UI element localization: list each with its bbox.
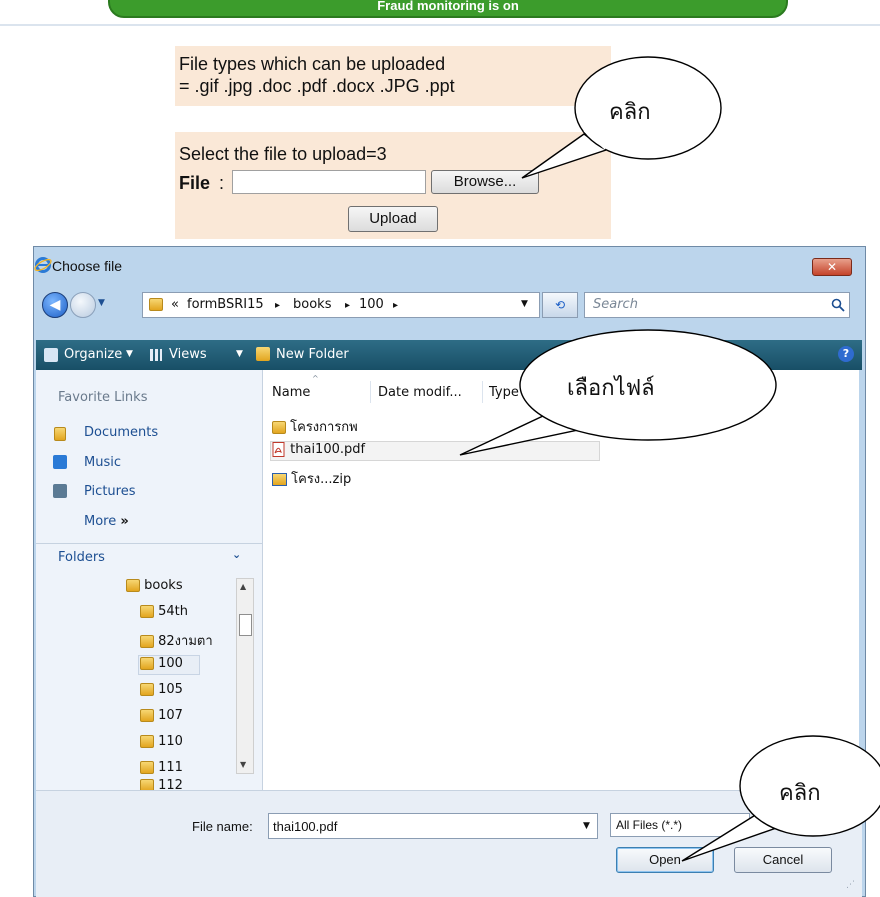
callout-click-browse-text: คลิก	[609, 100, 651, 125]
callout-select-file-text: เลือกไฟล์	[567, 376, 655, 401]
callout-overlay	[459, 56, 880, 862]
callout-click-open-text: คลิก	[779, 781, 821, 806]
